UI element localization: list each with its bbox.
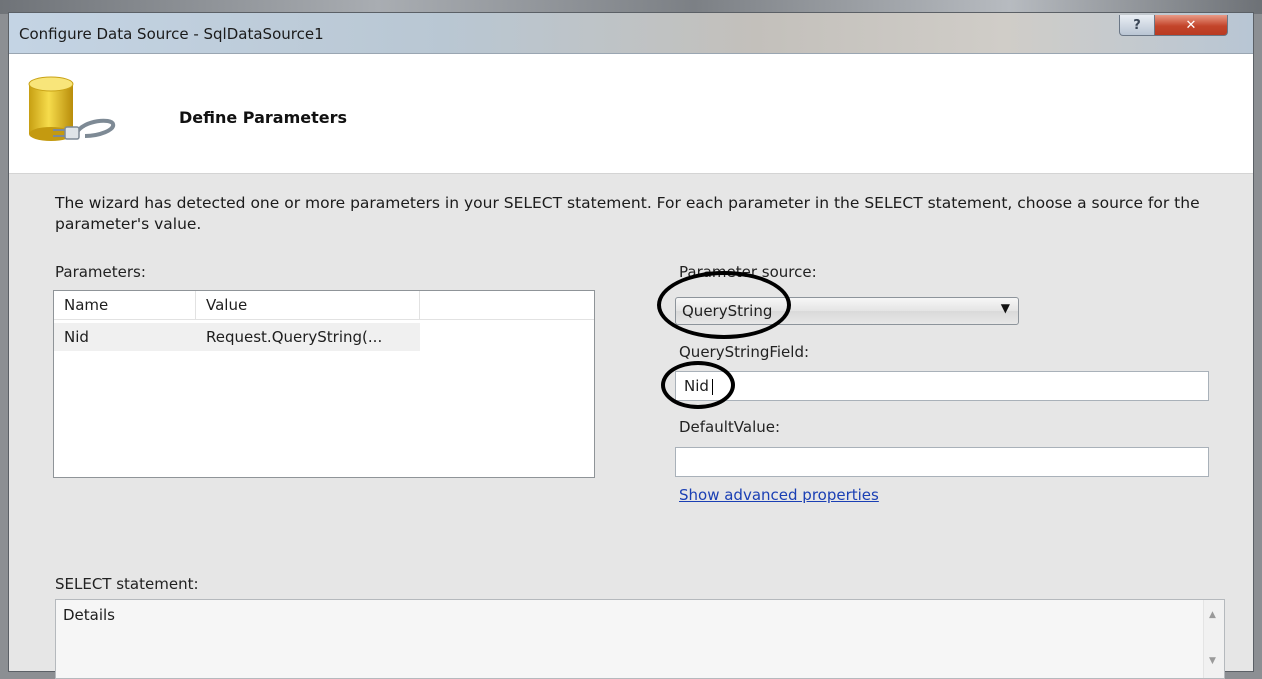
annotation-circle-querystring-field: [661, 361, 735, 409]
parameters-label: Parameters:: [55, 263, 146, 281]
querystring-field-input[interactable]: Nid: [675, 371, 1209, 401]
parameters-grid[interactable]: Name Value Nid Request.QueryString(...: [53, 290, 595, 478]
column-header-value[interactable]: Value: [196, 291, 420, 319]
annotation-circle-parameter-source: [657, 271, 791, 339]
scroll-down-icon[interactable]: ▼: [1209, 656, 1216, 666]
select-statement-value: Details: [63, 606, 116, 624]
title-bar: Configure Data Source - SqlDataSource1 ?…: [9, 13, 1253, 54]
grid-header: Name Value: [54, 291, 594, 320]
table-row[interactable]: Nid Request.QueryString(...: [54, 323, 594, 351]
wizard-description: The wizard has detected one or more para…: [55, 194, 1200, 233]
close-button[interactable]: ✕: [1154, 15, 1228, 36]
configure-data-source-dialog: Configure Data Source - SqlDataSource1 ?…: [8, 12, 1254, 679]
database-plug-icon: [28, 76, 116, 141]
window-title: Configure Data Source - SqlDataSource1: [19, 25, 324, 43]
querystring-field-label: QueryStringField:: [679, 343, 810, 361]
chevron-down-icon[interactable]: ▼: [1001, 301, 1010, 315]
vertical-scrollbar[interactable]: ▲ ▼: [1203, 600, 1224, 678]
column-header-name[interactable]: Name: [54, 291, 196, 319]
page-title: Define Parameters: [179, 108, 348, 127]
select-statement-label: SELECT statement:: [55, 575, 199, 593]
default-value-input[interactable]: [675, 447, 1209, 477]
help-button[interactable]: ?: [1119, 15, 1155, 36]
show-advanced-properties-link[interactable]: Show advanced properties: [679, 486, 879, 504]
parameter-value-cell[interactable]: Request.QueryString(...: [196, 323, 420, 351]
parameter-name-cell[interactable]: Nid: [54, 323, 196, 351]
default-value-label: DefaultValue:: [679, 418, 781, 436]
scroll-up-icon[interactable]: ▲: [1209, 610, 1216, 620]
select-statement-textarea[interactable]: Details ▲ ▼: [55, 599, 1225, 679]
wizard-banner: Define Parameters: [9, 54, 1253, 174]
